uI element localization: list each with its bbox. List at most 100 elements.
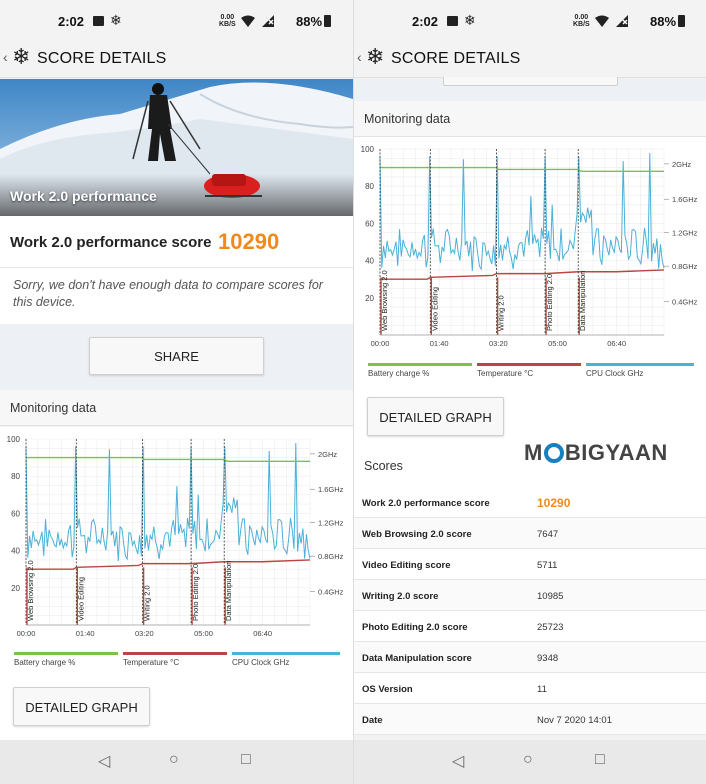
table-row: Work 2.0 performance score 10290 [354, 487, 706, 518]
right-screen: 2:02 ❄ 0.00 KB/S 88% ‹ ❄ SCORE DETAILS Mo… [353, 0, 706, 784]
x-tick-label: 01:40 [430, 339, 449, 347]
section-label: Web Browsing 2.0 [26, 560, 35, 621]
battery-percent: 88% [650, 14, 677, 29]
section-label: Data Manipulation [578, 271, 587, 331]
back-icon[interactable]: ‹ [3, 49, 8, 65]
snowflake-notification-icon: ❄ [464, 12, 476, 28]
score-value: 10290 [218, 229, 280, 254]
wifi-icon [241, 15, 255, 27]
y-tick-label: 100 [361, 145, 375, 154]
x-tick-label: 01:40 [76, 629, 95, 637]
scores-title: Scores [364, 459, 403, 473]
nav-bar: ◁ ○ □ [0, 740, 353, 784]
left-screen: 2:02 ❄ 0.00 KB/S 88% ‹ ❄ SCORE DETAILS W… [0, 0, 353, 784]
table-row: OS Version 11 [354, 673, 706, 704]
app-logo-icon: ❄ [12, 44, 31, 69]
net-speed: 0.00 KB/S [219, 14, 236, 28]
nav-bar: ◁ ○ □ [354, 740, 706, 784]
score-row: Work 2.0 performance score 10290 [0, 216, 353, 268]
legend-battery: Battery charge % [14, 652, 118, 667]
status-time: 2:02 [58, 14, 85, 29]
share-button-partial[interactable] [443, 77, 618, 86]
hero-caption: Work 2.0 performance [10, 188, 157, 204]
detailed-graph-area: DETAILED GRAPH [354, 380, 706, 487]
y2-tick-label: 0.8GHz [672, 262, 698, 271]
x-tick-label: 06:40 [253, 629, 272, 637]
page-title: SCORE DETAILS [37, 50, 167, 67]
y-tick-label: 60 [11, 509, 20, 518]
y2-tick-label: 1.2GHz [318, 519, 344, 528]
net-speed: 0.00 KB/S [573, 14, 590, 28]
battery-icon [324, 15, 331, 27]
section-label: Video Editing [76, 577, 85, 621]
detailed-graph-area: DETAILED GRAPH [0, 669, 353, 740]
x-tick-label: 00:00 [371, 339, 390, 347]
nav-recents-icon[interactable]: □ [241, 751, 251, 769]
status-bar: 2:02 ❄ 0.00 KB/S 88% [0, 0, 353, 40]
x-tick-label: 05:00 [194, 629, 213, 637]
monitoring-chart: 100 80 60 40 20 2GHz 1.6GHz 1.2GHz 0.8GHz 0.4GHz 0… [361, 145, 698, 348]
y-tick-label: 80 [11, 472, 20, 481]
table-row: Photo Editing 2.0 score 25723 [354, 611, 706, 642]
section-label: Video Editing [430, 287, 439, 331]
y-tick-label: 100 [7, 435, 21, 444]
scores-table: Work 2.0 performance score 10290 Web Brow… [354, 487, 706, 735]
nav-back-icon[interactable]: ◁ [98, 751, 110, 771]
x-tick-label: 06:40 [607, 339, 626, 347]
detailed-graph-button[interactable]: DETAILED GRAPH [367, 397, 504, 436]
no-signal-icon [262, 15, 274, 27]
legend-temperature: Temperature °C [123, 652, 227, 667]
image-notification-icon [447, 16, 458, 26]
monitoring-chart: 100 80 60 40 20 2GHz 1.6GHz 1.2GHz 0.8GHz 0.4GHz 0… [7, 435, 344, 638]
table-row: Writing 2.0 score 10985 [354, 580, 706, 611]
nav-recents-icon[interactable]: □ [595, 751, 605, 769]
section-label: Photo Editing 2.0 [191, 564, 200, 621]
y2-tick-label: 2GHz [672, 160, 691, 169]
y2-tick-label: 0.8GHz [318, 552, 344, 561]
share-area-partial [354, 77, 706, 101]
monitoring-header: Monitoring data [354, 101, 706, 137]
y-tick-label: 40 [365, 257, 374, 266]
monitoring-header: Monitoring data [0, 390, 353, 426]
chart-legend: Battery charge % Temperature °C CPU Cloc… [368, 363, 694, 379]
monitoring-chart-card: 100 80 60 40 20 2GHz 1.6GHz 1.2GHz 0.8GHz 0.4GHz 0… [0, 427, 353, 669]
y-tick-label: 20 [11, 584, 20, 593]
y2-tick-label: 0.4GHz [318, 588, 344, 597]
section-label: Data Manipulation [224, 561, 233, 621]
legend-cpu: CPU Clock GHz [232, 652, 340, 667]
share-button[interactable]: SHARE [89, 337, 264, 375]
detailed-graph-button[interactable]: DETAILED GRAPH [13, 687, 150, 726]
legend-temperature: Temperature °C [477, 363, 581, 378]
y2-tick-label: 0.4GHz [672, 298, 698, 307]
y-tick-label: 40 [11, 547, 20, 556]
app-logo-icon: ❄ [366, 44, 385, 69]
y2-tick-label: 2GHz [318, 450, 337, 459]
monitoring-chart-card: 100 80 60 40 20 2GHz 1.6GHz 1.2GHz 0.8GHz 0.4GHz 0… [354, 137, 706, 380]
table-row: Web Browsing 2.0 score 7647 [354, 518, 706, 549]
nav-back-icon[interactable]: ◁ [452, 751, 464, 771]
x-tick-label: 05:00 [548, 339, 567, 347]
back-icon[interactable]: ‹ [357, 49, 362, 65]
battery-icon [678, 15, 685, 27]
nav-home-icon[interactable]: ○ [523, 751, 533, 769]
y2-tick-label: 1.2GHz [672, 229, 698, 238]
hero-image: Work 2.0 performance [0, 79, 353, 216]
snowflake-notification-icon: ❄ [110, 12, 122, 28]
table-row: Video Editing score 5711 [354, 549, 706, 580]
x-tick-label: 03:20 [489, 339, 508, 347]
y2-tick-label: 1.6GHz [318, 485, 344, 494]
section-label: Photo Editing 2.0 [545, 274, 554, 331]
wifi-icon [595, 15, 609, 27]
nav-home-icon[interactable]: ○ [169, 751, 179, 769]
battery-percent: 88% [296, 14, 323, 29]
app-toolbar: ‹ ❄ SCORE DETAILS [0, 40, 353, 78]
section-label: Writing 2.0 [497, 295, 506, 331]
status-time: 2:02 [412, 14, 439, 29]
legend-battery: Battery charge % [368, 363, 472, 378]
score-label: Work 2.0 performance score [10, 234, 212, 251]
y-tick-label: 60 [365, 219, 374, 228]
table-row: Date Nov 7 2020 14:01 [354, 704, 706, 735]
y2-tick-label: 1.6GHz [672, 195, 698, 204]
section-label: Writing 2.0 [143, 585, 152, 621]
compare-notice: Sorry, we don't have enough data to comp… [0, 268, 353, 324]
